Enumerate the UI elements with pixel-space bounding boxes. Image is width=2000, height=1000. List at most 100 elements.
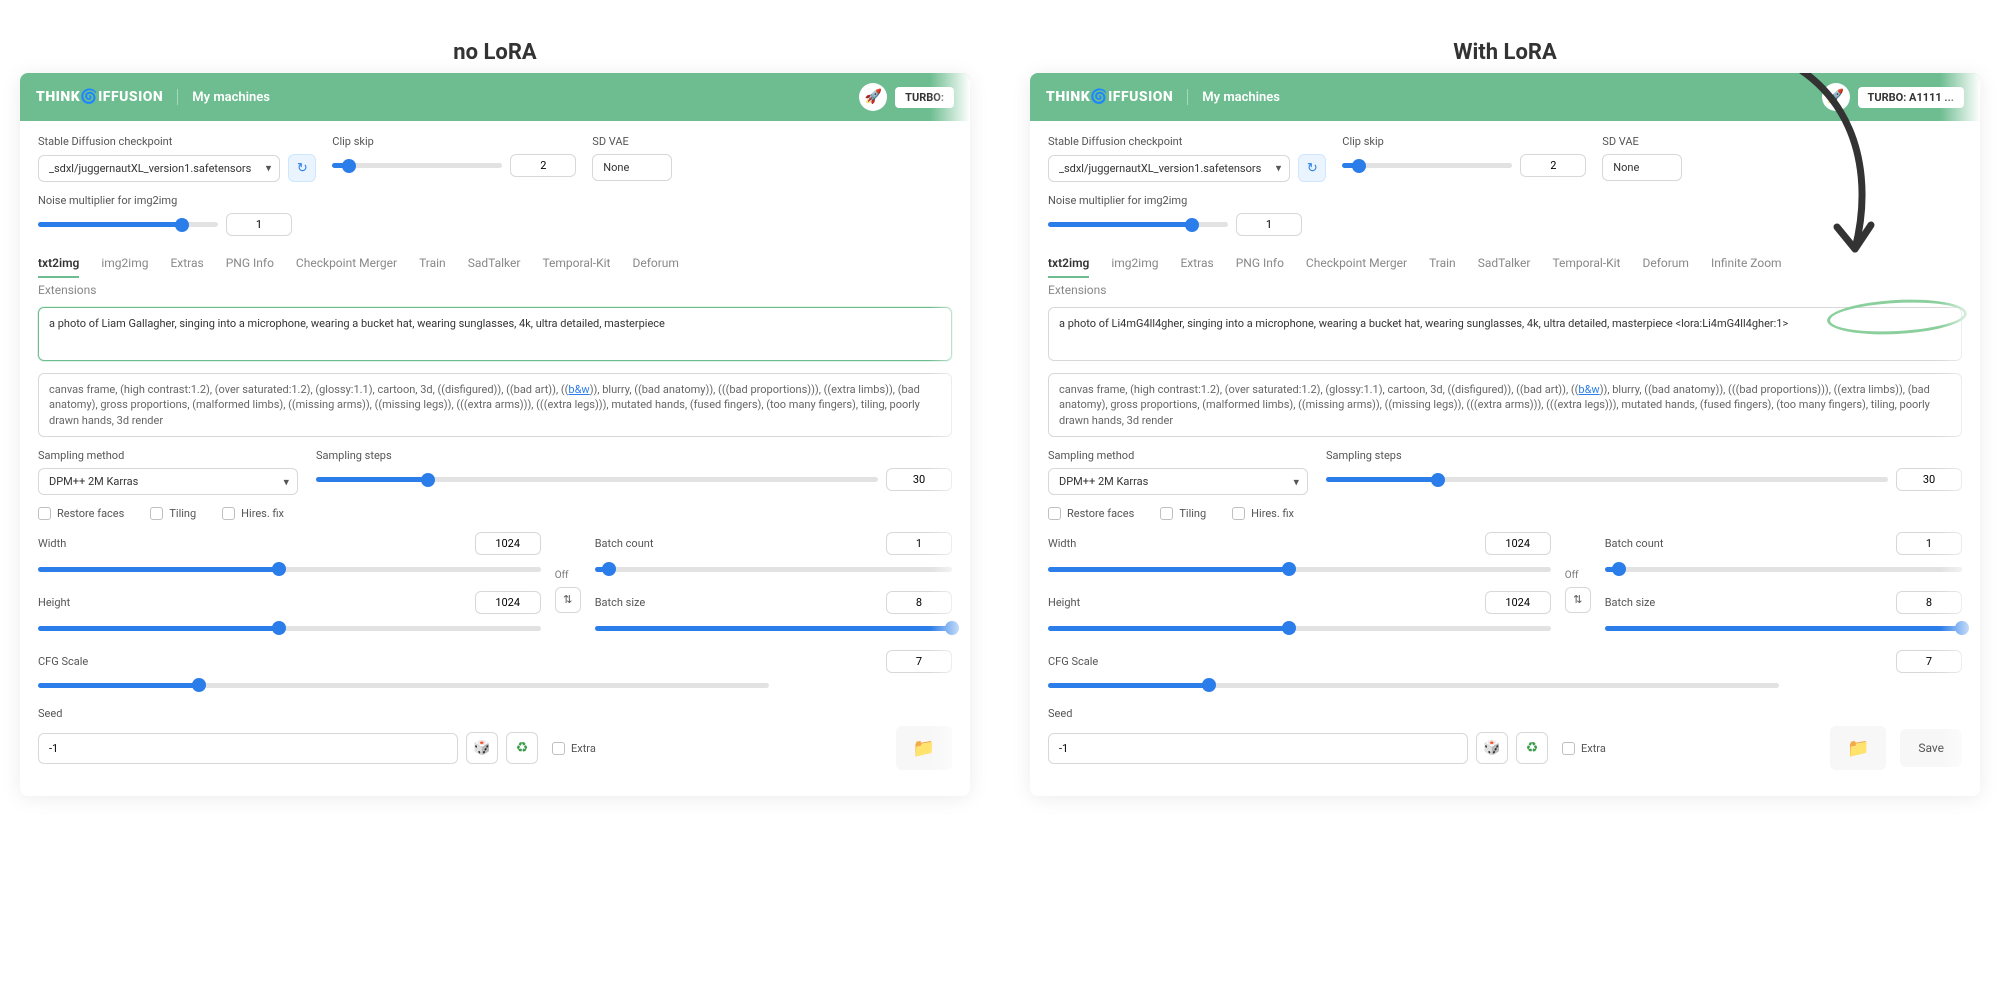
checkpoint-select[interactable]: _sdxl/juggernautXL_version1.safetensors▾ (1048, 155, 1290, 182)
nav-my-machines[interactable]: My machines (1202, 90, 1280, 105)
tab-deforum[interactable]: Deforum (1642, 250, 1688, 278)
tab-extras[interactable]: Extras (170, 250, 203, 278)
batch-count-slider[interactable] (595, 561, 952, 577)
tab-temporalkit[interactable]: Temporal-Kit (542, 250, 610, 278)
cfg-slider[interactable] (1048, 677, 1779, 693)
rocket-icon[interactable]: 🚀 (859, 83, 887, 111)
width-slider[interactable] (1048, 561, 1551, 577)
height-value[interactable]: 1024 (475, 591, 541, 614)
seed-recycle-button[interactable]: ♻ (506, 732, 538, 764)
tab-txt2img[interactable]: txt2img (1048, 250, 1089, 278)
clipskip-slider[interactable] (1342, 158, 1512, 174)
refresh-checkpoint-button[interactable]: ↻ (288, 154, 316, 182)
sampling-method-select[interactable]: DPM++ 2M Karras▾ (38, 468, 298, 495)
seed-input[interactable]: -1 (38, 733, 458, 764)
tab-ckptmerger[interactable]: Checkpoint Merger (1306, 250, 1407, 278)
tab-train[interactable]: Train (1429, 250, 1456, 278)
sampling-steps-label: Sampling steps (316, 449, 952, 462)
seed-input[interactable]: -1 (1048, 733, 1468, 764)
noise-value[interactable]: 1 (1236, 213, 1302, 236)
width-value[interactable]: 1024 (1485, 532, 1551, 555)
sampling-steps-value[interactable]: 30 (1896, 468, 1962, 491)
width-label: Width (38, 537, 465, 550)
batch-size-value[interactable]: 8 (1896, 591, 1962, 614)
tab-extras[interactable]: Extras (1180, 250, 1213, 278)
bw-link[interactable]: b&w (1578, 383, 1599, 396)
noise-value[interactable]: 1 (226, 213, 292, 236)
tab-ckptmerger[interactable]: Checkpoint Merger (296, 250, 397, 278)
save-button[interactable]: Save (1900, 729, 1962, 767)
noise-slider[interactable] (1048, 217, 1228, 233)
rocket-icon[interactable]: 🚀 (1822, 83, 1850, 111)
tab-temporalkit[interactable]: Temporal-Kit (1552, 250, 1620, 278)
tab-sadtalker[interactable]: SadTalker (468, 250, 521, 278)
sdvae-label: SD VAE (1602, 135, 1682, 148)
bw-link[interactable]: b&w (568, 383, 589, 396)
height-slider[interactable] (38, 620, 541, 636)
tab-img2img[interactable]: img2img (101, 250, 148, 278)
cfg-slider[interactable] (38, 677, 769, 693)
restore-faces-checkbox[interactable]: Restore faces (38, 507, 124, 520)
turbo-badge[interactable]: TURBO: (895, 87, 954, 108)
sdvae-select[interactable]: None (1602, 154, 1682, 181)
swap-dimensions-button[interactable]: ⇅ (1565, 587, 1591, 613)
tab-pnginfo[interactable]: PNG Info (226, 250, 274, 278)
height-value[interactable]: 1024 (1485, 591, 1551, 614)
tiling-checkbox[interactable]: Tiling (150, 507, 196, 520)
clipskip-value[interactable]: 2 (1520, 154, 1586, 177)
seed-extra-checkbox[interactable]: Extra (552, 742, 596, 755)
highlight-circle (1826, 296, 1968, 337)
hires-fix-checkbox[interactable]: Hires. fix (1232, 507, 1294, 520)
tiling-checkbox[interactable]: Tiling (1160, 507, 1206, 520)
batch-size-value[interactable]: 8 (886, 591, 952, 614)
clipskip-slider[interactable] (332, 158, 502, 174)
prompt-input[interactable]: a photo of Li4mG4ll4gher, singing into a… (1048, 307, 1962, 361)
folder-button[interactable]: 📁 (896, 726, 952, 770)
sampling-steps-slider[interactable] (1326, 472, 1888, 488)
tab-train[interactable]: Train (419, 250, 446, 278)
hires-fix-checkbox[interactable]: Hires. fix (222, 507, 284, 520)
seed-extra-checkbox[interactable]: Extra (1562, 742, 1606, 755)
cfg-value[interactable]: 7 (1896, 650, 1962, 673)
tab-sadtalker[interactable]: SadTalker (1478, 250, 1531, 278)
negative-prompt-input[interactable]: canvas frame, (high contrast:1.2), (over… (1048, 373, 1962, 437)
clipskip-value[interactable]: 2 (510, 154, 576, 177)
tab-infinitezoom[interactable]: Infinite Zoom (1711, 250, 1782, 278)
seed-dice-button[interactable]: 🎲 (466, 732, 498, 764)
batch-count-value[interactable]: 1 (886, 532, 952, 555)
noise-slider[interactable] (38, 217, 218, 233)
width-slider[interactable] (38, 561, 541, 577)
seed-recycle-button[interactable]: ♻ (1516, 732, 1548, 764)
batch-count-slider[interactable] (1605, 561, 1962, 577)
swap-dimensions-button[interactable]: ⇅ (555, 587, 581, 613)
prompt-input[interactable]: a photo of Liam Gallagher, singing into … (38, 307, 952, 361)
negative-prompt-input[interactable]: canvas frame, (high contrast:1.2), (over… (38, 373, 952, 437)
tab-txt2img[interactable]: txt2img (38, 250, 79, 278)
sampling-method-label: Sampling method (38, 449, 298, 462)
sampling-steps-value[interactable]: 30 (886, 468, 952, 491)
sampling-method-select[interactable]: DPM++ 2M Karras▾ (1048, 468, 1308, 495)
refresh-checkpoint-button[interactable]: ↻ (1298, 154, 1326, 182)
logo: THINK🌀IFFUSION (36, 89, 178, 105)
folder-button[interactable]: 📁 (1830, 726, 1886, 770)
tab-pnginfo[interactable]: PNG Info (1236, 250, 1284, 278)
checkpoint-select[interactable]: _sdxl/juggernautXL_version1.safetensors▾ (38, 155, 280, 182)
width-value[interactable]: 1024 (475, 532, 541, 555)
chevron-down-icon: ▾ (283, 475, 289, 488)
tab-deforum[interactable]: Deforum (632, 250, 678, 278)
restore-faces-checkbox[interactable]: Restore faces (1048, 507, 1134, 520)
batch-count-value[interactable]: 1 (1896, 532, 1962, 555)
sampling-steps-slider[interactable] (316, 472, 878, 488)
sampling-steps-label: Sampling steps (1326, 449, 1962, 462)
tab-img2img[interactable]: img2img (1111, 250, 1158, 278)
batch-size-slider[interactable] (595, 620, 952, 636)
cfg-value[interactable]: 7 (886, 650, 952, 673)
nav-my-machines[interactable]: My machines (192, 90, 270, 105)
extensions-label: Extensions (1048, 283, 1962, 297)
sdvae-select[interactable]: None (592, 154, 672, 181)
turbo-badge[interactable]: TURBO: A1111 ... (1858, 87, 1965, 108)
height-slider[interactable] (1048, 620, 1551, 636)
batch-size-slider[interactable] (1605, 620, 1962, 636)
off-label: Off (1565, 570, 1591, 581)
seed-dice-button[interactable]: 🎲 (1476, 732, 1508, 764)
